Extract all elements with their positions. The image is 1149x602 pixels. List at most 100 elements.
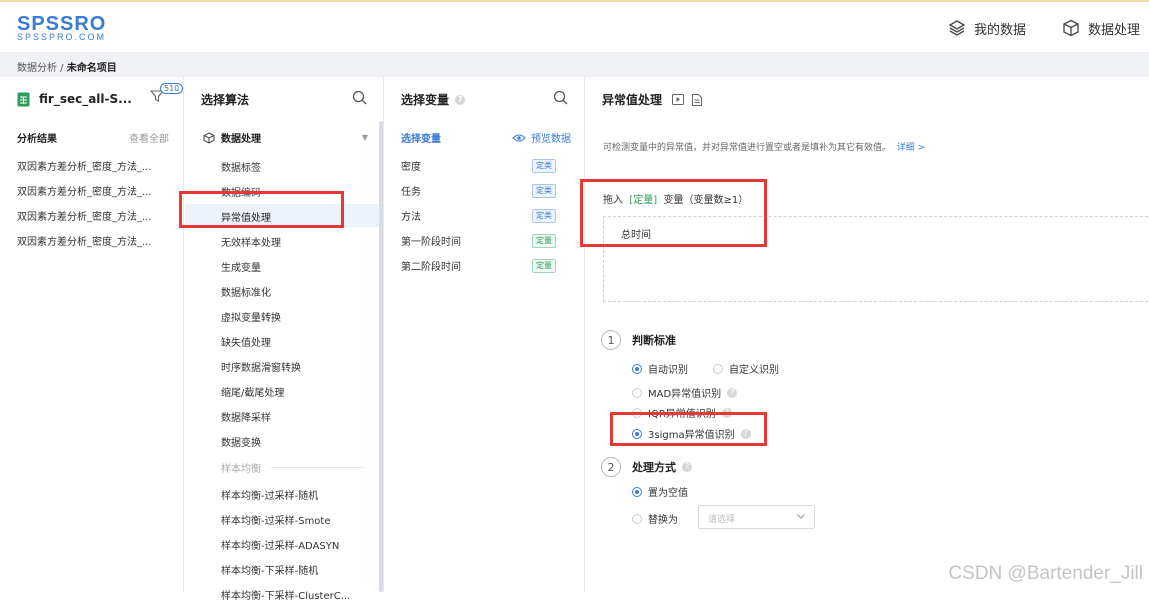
variable-name: 第二阶段时间 xyxy=(401,258,461,273)
layers-icon xyxy=(948,19,966,37)
detail-link[interactable]: 详细 > xyxy=(897,143,925,153)
scrollbar[interactable] xyxy=(379,121,383,592)
select-variable-tab[interactable]: 选择变量 xyxy=(401,130,441,145)
radio-label: MAD异常值识别 xyxy=(648,385,721,400)
radio-label: IQR异常值识别 xyxy=(648,405,716,420)
algorithm-item[interactable]: 样本均衡-下采样-ClusterC... xyxy=(221,587,350,602)
results-panel: fir_sec_all-S... 510 分析结果 查看全部 双因素方差分析_密… xyxy=(0,77,184,592)
variable-item[interactable]: 第二阶段时间 定量 xyxy=(401,258,556,273)
group-label-sample-balance: 样本均衡 xyxy=(221,460,261,475)
algorithm-item[interactable]: 虚拟变量转换 xyxy=(221,309,281,324)
chevron-down-icon xyxy=(796,511,806,521)
algorithm-item[interactable]: 生成变量 xyxy=(221,259,261,274)
algorithm-panel: 选择算法 数据处理 ▼ 数据标签 数据编码 异常值处理 无效样本处理 生成变量 … xyxy=(185,77,384,592)
view-all-link[interactable]: 查看全部 xyxy=(129,130,169,145)
algorithm-item[interactable]: 样本均衡-过采样-Smote xyxy=(221,512,331,527)
result-item[interactable]: 双因素方差分析_密度_方法_... xyxy=(17,183,152,198)
algorithm-item[interactable]: 缩尾/截尾处理 xyxy=(221,384,284,399)
step-label: 判断标准 xyxy=(632,332,676,348)
document-icon[interactable] xyxy=(692,94,702,106)
radio-circle xyxy=(632,388,642,398)
top-bar: SPSSRO SPSSPRO.COM 我的数据 数据处理 xyxy=(0,0,1149,52)
radio-mad[interactable]: MAD异常值识别? xyxy=(632,385,737,400)
config-title-row: 异常值处理 xyxy=(602,91,702,108)
radio-auto-detect[interactable]: 自动识别 xyxy=(632,361,688,376)
radio-set-null[interactable]: 置为空值 xyxy=(632,484,688,499)
description-text: 可检测变量中的异常值，并对异常值进行置空或者是填补为其它有效值。 xyxy=(603,143,891,153)
data-process-button[interactable]: 数据处理 xyxy=(1062,17,1140,39)
category-data-processing[interactable]: 数据处理 ▼ xyxy=(203,130,368,145)
variable-name: 方法 xyxy=(401,208,421,223)
algorithm-item[interactable]: 样本均衡-过采样-ADASYN xyxy=(221,537,339,552)
spsspro-logo[interactable]: SPSSRO SPSSPRO.COM xyxy=(17,13,117,45)
algorithm-item[interactable]: 样本均衡-下采样-随机 xyxy=(221,562,318,577)
spreadsheet-icon xyxy=(17,92,30,107)
algorithm-item[interactable]: 数据标准化 xyxy=(221,284,271,299)
algorithm-item[interactable]: 时序数据滑窗转换 xyxy=(221,359,301,374)
data-process-label: 数据处理 xyxy=(1088,19,1140,38)
selected-row-highlight xyxy=(185,204,380,227)
algorithm-item[interactable]: 无效样本处理 xyxy=(221,234,281,249)
radio-custom-detect[interactable]: 自定义识别 xyxy=(713,361,779,376)
algorithm-item[interactable]: 样本均衡-过采样-随机 xyxy=(221,487,318,502)
variable-item[interactable]: 第一阶段时间定量 xyxy=(401,233,556,248)
help-icon[interactable]: ? xyxy=(741,429,751,439)
step-label: 处理方式 xyxy=(632,459,676,475)
result-item[interactable]: 双因素方差分析_密度_方法_... xyxy=(17,208,152,223)
radio-circle-checked xyxy=(632,429,642,439)
algorithm-panel-title: 选择算法 xyxy=(201,91,249,108)
algorithm-item[interactable]: 数据编码 xyxy=(221,184,261,199)
step-number: 2 xyxy=(601,457,621,477)
step-number: 1 xyxy=(601,330,621,350)
step-handling-method: 2 处理方式 ? xyxy=(601,457,692,477)
search-icon[interactable] xyxy=(352,90,367,105)
radio-label: 3sigma异常值识别 xyxy=(648,426,735,441)
variable-item[interactable]: 任务定类 xyxy=(401,183,556,198)
replace-value-select[interactable]: 请选择 xyxy=(698,505,815,529)
radio-label: 自定义识别 xyxy=(729,361,779,376)
watermark: CSDN @Bartender_Jill xyxy=(948,563,1143,585)
dropped-variable[interactable]: 总时间 xyxy=(621,226,651,241)
my-data-button[interactable]: 我的数据 xyxy=(948,17,1026,39)
video-icon[interactable] xyxy=(672,94,684,105)
radio-circle-checked xyxy=(632,364,642,374)
variable-name: 密度 xyxy=(401,158,421,173)
search-icon[interactable] xyxy=(553,90,568,105)
radio-iqr[interactable]: IQR异常值识别? xyxy=(632,405,732,420)
algorithm-item-selected[interactable]: 异常值处理 xyxy=(221,209,271,224)
algorithm-item[interactable]: 缺失值处理 xyxy=(221,334,271,349)
quantitative-tag: [定量] xyxy=(629,195,657,206)
variable-item[interactable]: 方法定类 xyxy=(401,208,556,223)
caret-down-icon: ▼ xyxy=(362,133,368,142)
type-tag: 定量 xyxy=(532,259,556,273)
help-icon[interactable]: ? xyxy=(455,95,465,105)
radio-circle xyxy=(713,364,723,374)
breadcrumb: 数据分析 / 未命名项目 xyxy=(0,52,1149,77)
drag-suffix: 变量（变量数≥1） xyxy=(664,195,749,206)
algorithm-item[interactable]: 数据标签 xyxy=(221,159,261,174)
algorithm-item[interactable]: 数据变换 xyxy=(221,434,261,449)
file-name: fir_sec_all-S... xyxy=(39,92,132,106)
config-title: 异常值处理 xyxy=(602,91,662,108)
radio-circle xyxy=(632,408,642,418)
results-title: 分析结果 xyxy=(17,130,57,145)
algorithm-item[interactable]: 数据降采样 xyxy=(221,409,271,424)
variable-dropzone[interactable]: 总时间 xyxy=(603,216,1149,302)
preview-data-button[interactable]: 预览数据 xyxy=(512,130,571,145)
type-tag: 定类 xyxy=(532,184,556,198)
help-icon[interactable]: ? xyxy=(722,408,732,418)
radio-label: 置为空值 xyxy=(648,484,688,499)
variable-panel-title: 选择变量? xyxy=(401,91,465,108)
result-item[interactable]: 双因素方差分析_密度_方法_... xyxy=(17,158,152,173)
variable-item[interactable]: 密度定类 xyxy=(401,158,556,173)
type-tag: 定量 xyxy=(532,234,556,248)
category-label: 数据处理 xyxy=(221,130,261,145)
radio-replace-with[interactable]: 替换为 xyxy=(632,511,678,526)
help-icon[interactable]: ? xyxy=(682,462,692,472)
breadcrumb-parent[interactable]: 数据分析 xyxy=(17,63,57,74)
result-item[interactable]: 双因素方差分析_密度_方法_... xyxy=(17,233,152,248)
radio-3sigma[interactable]: 3sigma异常值识别? xyxy=(632,426,751,441)
preview-data-label: 预览数据 xyxy=(531,130,571,145)
cube-icon xyxy=(1062,19,1080,37)
help-icon[interactable]: ? xyxy=(727,388,737,398)
